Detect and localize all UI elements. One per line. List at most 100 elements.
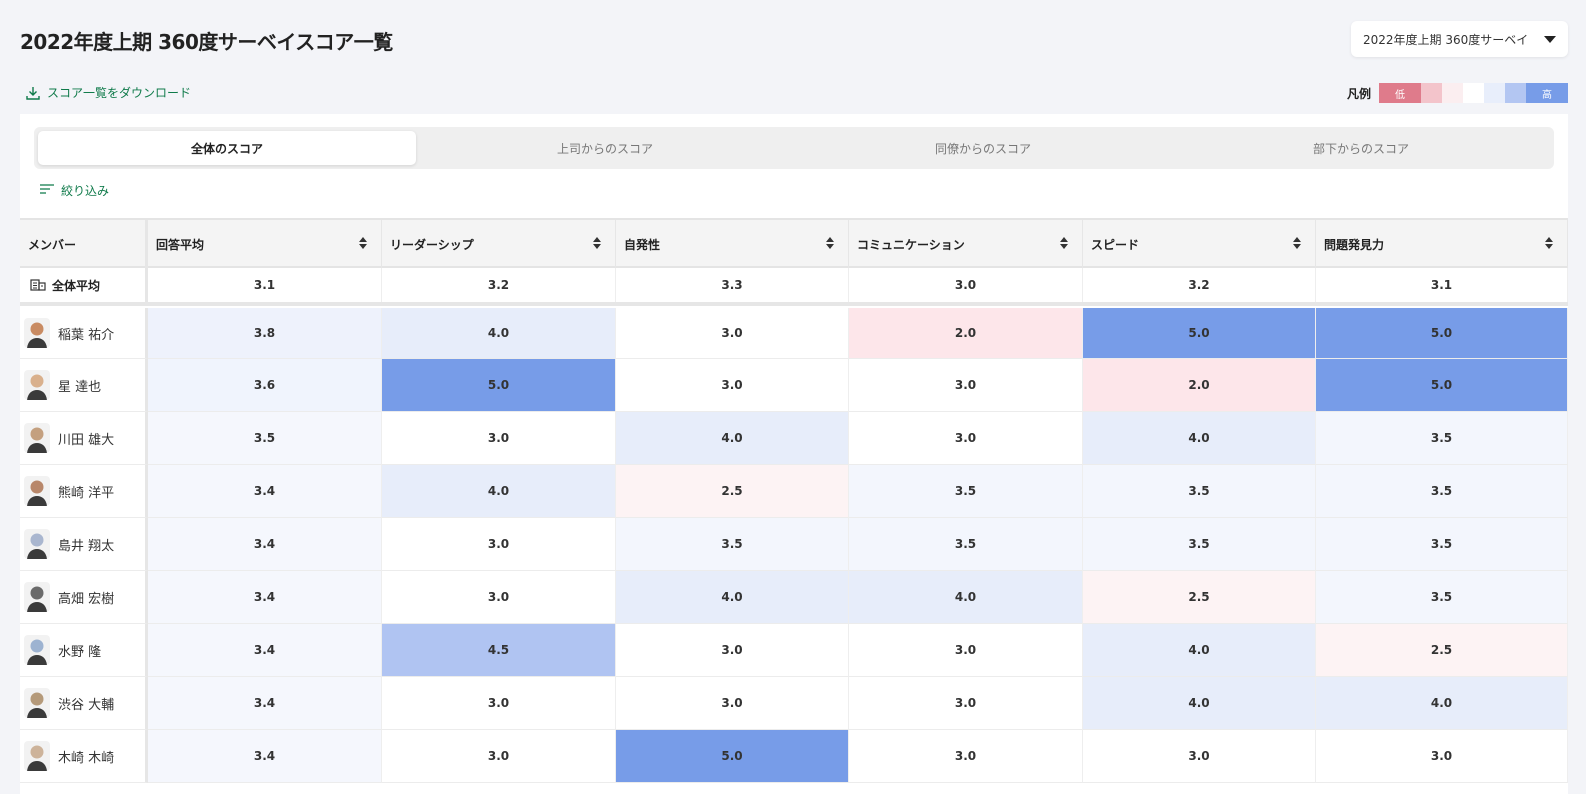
tab-from-boss[interactable]: 上司からのスコア <box>416 131 794 165</box>
column-header-label: リーダーシップ <box>390 237 474 252</box>
avatar <box>24 688 50 718</box>
legend-swatch <box>1463 83 1484 103</box>
member-name: 稲葉 祐介 <box>58 327 115 343</box>
avatar <box>24 741 50 771</box>
member-name: 水野 隆 <box>58 644 102 660</box>
column-header-average[interactable]: 回答平均 <box>148 220 382 268</box>
member-name-cell[interactable]: 島井 翔太 <box>20 518 148 571</box>
sort-icon[interactable] <box>1060 237 1068 249</box>
score-cell: 3.4 <box>148 624 382 677</box>
score-cell: 4.0 <box>382 308 616 359</box>
legend-swatch <box>1484 83 1505 103</box>
score-cell: 2.0 <box>849 308 1083 359</box>
column-header-initiative[interactable]: 自発性 <box>616 220 849 268</box>
score-cell: 3.0 <box>382 412 616 465</box>
page-title: 2022年度上期 360度サーベイスコア一覧 <box>20 30 393 54</box>
column-header-problem-finding[interactable]: 問題発見力 <box>1316 220 1568 268</box>
member-name-cell[interactable]: 水野 隆 <box>20 624 148 677</box>
score-cell: 4.0 <box>616 412 849 465</box>
overall-average-score: 3.0 <box>849 268 1083 302</box>
score-cell: 5.0 <box>1083 308 1316 359</box>
score-cell: 3.5 <box>616 518 849 571</box>
score-cell: 3.5 <box>1316 412 1568 465</box>
score-cell: 3.0 <box>382 518 616 571</box>
sort-icon[interactable] <box>1545 237 1553 249</box>
avatar <box>24 582 50 612</box>
member-name-cell[interactable]: 渋谷 大輔 <box>20 677 148 730</box>
sort-icon[interactable] <box>593 237 601 249</box>
member-name: 川田 雄大 <box>58 432 115 448</box>
score-cell: 4.0 <box>1083 677 1316 730</box>
score-cell: 3.5 <box>849 465 1083 518</box>
sort-icon[interactable] <box>1293 237 1301 249</box>
member-name-cell[interactable]: 高畑 宏樹 <box>20 571 148 624</box>
score-cell: 3.4 <box>148 730 382 783</box>
chevron-down-icon <box>1544 35 1556 43</box>
column-header-leadership[interactable]: リーダーシップ <box>382 220 616 268</box>
score-cell: 4.5 <box>382 624 616 677</box>
member-name-cell[interactable]: 稲葉 祐介 <box>20 308 148 359</box>
score-cell: 3.5 <box>1083 518 1316 571</box>
score-cell: 4.0 <box>1316 677 1568 730</box>
filter-button[interactable]: 絞り込み <box>40 182 109 199</box>
overall-average-score: 3.2 <box>382 268 616 302</box>
score-cell: 3.4 <box>148 465 382 518</box>
column-header-label: スピード <box>1091 237 1140 252</box>
overall-average-label: 全体平均 <box>52 278 101 293</box>
column-header-label: 問題発見力 <box>1324 237 1385 252</box>
avatar <box>24 370 50 400</box>
column-header-label: 回答平均 <box>156 237 205 252</box>
score-cell: 3.0 <box>849 359 1083 412</box>
tab-overall[interactable]: 全体のスコア <box>38 131 416 165</box>
score-cell: 3.5 <box>1316 571 1568 624</box>
avatar <box>24 423 50 453</box>
tab-from-peers[interactable]: 同僚からのスコア <box>794 131 1172 165</box>
legend-low: 低 <box>1379 83 1421 103</box>
score-cell: 3.5 <box>1316 518 1568 571</box>
member-name: 高畑 宏樹 <box>58 591 115 607</box>
score-cell: 2.5 <box>1316 624 1568 677</box>
column-header-speed[interactable]: スピード <box>1083 220 1316 268</box>
member-name: 星 達也 <box>58 379 102 395</box>
sort-icon[interactable] <box>359 237 367 249</box>
score-cell: 4.0 <box>616 571 849 624</box>
member-name-cell[interactable]: 川田 雄大 <box>20 412 148 465</box>
download-label: スコア一覧をダウンロード <box>47 86 192 100</box>
survey-select-value: 2022年度上期 360度サーベイ <box>1363 32 1529 47</box>
column-header-member: メンバー <box>20 220 148 268</box>
score-cell: 3.4 <box>148 571 382 624</box>
tab-from-subordinates[interactable]: 部下からのスコア <box>1172 131 1550 165</box>
score-cell: 3.5 <box>1316 465 1568 518</box>
legend-label: 凡例 <box>1346 86 1371 101</box>
avatar <box>24 529 50 559</box>
score-cell: 3.0 <box>849 412 1083 465</box>
avatar <box>24 635 50 665</box>
score-cell: 5.0 <box>616 730 849 783</box>
legend-swatch <box>1505 83 1526 103</box>
download-icon <box>26 86 40 100</box>
score-cell: 4.0 <box>849 571 1083 624</box>
score-cell: 3.0 <box>382 677 616 730</box>
score-cell: 4.0 <box>1083 624 1316 677</box>
score-cell: 3.0 <box>382 571 616 624</box>
score-cell: 5.0 <box>1316 308 1568 359</box>
legend-swatch <box>1442 83 1463 103</box>
overall-average-score: 3.2 <box>1083 268 1316 302</box>
member-name: 熊崎 洋平 <box>58 485 115 501</box>
score-cell: 3.5 <box>148 412 382 465</box>
survey-select[interactable]: 2022年度上期 360度サーベイ <box>1351 21 1568 57</box>
download-link[interactable]: スコア一覧をダウンロード <box>26 84 191 101</box>
controls-panel: 全体のスコア 上司からのスコア 同僚からのスコア 部下からのスコア 絞り込み <box>20 114 1568 218</box>
score-cell: 3.5 <box>849 518 1083 571</box>
score-cell: 3.0 <box>849 624 1083 677</box>
overall-average-row: 全体平均 3.1 3.2 3.3 3.0 3.2 3.1 <box>20 268 1568 306</box>
member-name-cell[interactable]: 木崎 木崎 <box>20 730 148 783</box>
score-cell: 3.0 <box>849 730 1083 783</box>
member-name-cell[interactable]: 星 達也 <box>20 359 148 412</box>
score-cell: 4.0 <box>382 465 616 518</box>
avatar <box>24 318 50 348</box>
column-header-communication[interactable]: コミュニケーション <box>849 220 1083 268</box>
sort-icon[interactable] <box>826 237 834 249</box>
column-header-label: コミュニケーション <box>857 237 965 252</box>
member-name-cell[interactable]: 熊崎 洋平 <box>20 465 148 518</box>
